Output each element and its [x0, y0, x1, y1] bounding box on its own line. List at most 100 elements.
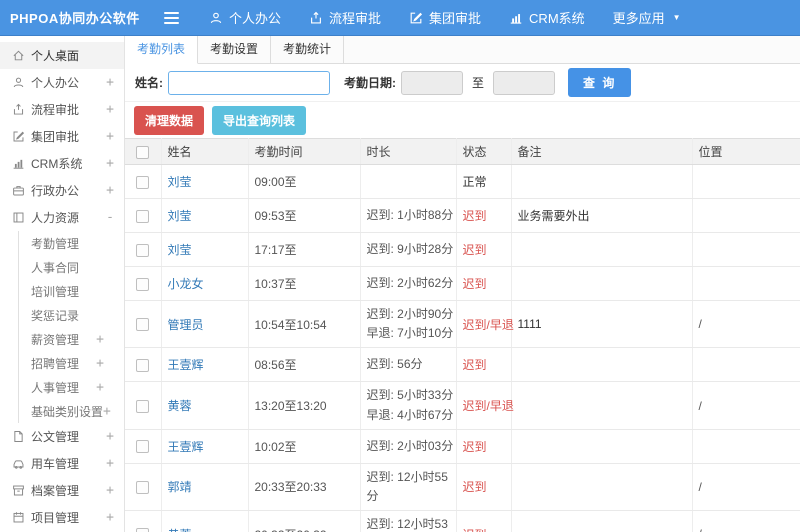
note-cell [511, 164, 693, 199]
duration-cell: 迟到: 12小时55分 [360, 463, 457, 512]
name-label: 姓名: [135, 76, 163, 90]
hr-submenu-item[interactable]: 培训管理 [19, 279, 124, 303]
attendance-time-cell: 17:17至 [248, 232, 361, 267]
employee-name-link[interactable]: 黄蓉 [168, 399, 192, 413]
export-list-button[interactable]: 导出查询列表 [212, 105, 307, 135]
row-checkbox-cell [125, 381, 162, 430]
sidebar-item-project-mgmt[interactable]: 项目管理 + [0, 504, 124, 531]
file-icon [12, 430, 31, 443]
employee-name-link[interactable]: 黄蓉 [168, 528, 192, 532]
table-row: 黄蓉 20:32至20:32 迟到: 12小时53分 迟到 / [125, 510, 800, 532]
table-row: 管理员 10:54至10:54 迟到: 2小时90分 早退: 7小时10分 迟到… [125, 300, 800, 349]
employee-name-cell: 王壹辉 [161, 347, 249, 383]
table-row: 刘莹 09:00至 正常 [125, 164, 800, 199]
attendance-time-cell: 10:37至 [248, 266, 361, 301]
location-cell [692, 266, 800, 301]
hamburger-menu-icon[interactable] [164, 11, 179, 24]
sidebar-item-desktop[interactable]: 个人桌面 [0, 42, 124, 69]
topbar: PHPOA协同办公软件 个人办公 流程审批 集团审批 CRM系统 更多应用 ▼ [0, 0, 800, 36]
hr-submenu-item[interactable]: 薪资管理 + [19, 327, 124, 351]
date-from-input[interactable] [401, 70, 463, 95]
select-all-checkbox[interactable] [136, 145, 149, 159]
row-checkbox[interactable] [136, 481, 149, 495]
sidebar-item-group-approval[interactable]: 集团审批 + [0, 123, 124, 150]
table-row: 王壹辉 08:56至 迟到: 56分 迟到 [125, 347, 800, 383]
tab-attendance-stats[interactable]: 考勤统计 [271, 36, 345, 63]
row-checkbox[interactable] [136, 277, 149, 291]
row-checkbox[interactable] [136, 359, 149, 373]
nav-flow-approval[interactable]: 流程审批 [295, 0, 395, 36]
employee-name-link[interactable]: 王壹辉 [168, 440, 204, 454]
to-label: 至 [472, 76, 485, 90]
row-checkbox-cell [125, 463, 162, 512]
main-area: 个人桌面 个人办公 + 流程审批 + 集团审批 + CRM系统 + 行政办公 +… [0, 36, 800, 532]
row-checkbox-cell [125, 510, 162, 532]
sidebar-item-personal-office[interactable]: 个人办公 + [0, 69, 124, 96]
duration-cell: 迟到: 2小时03分 [360, 429, 457, 464]
car-icon [12, 457, 31, 470]
status-cell: 正常 [456, 164, 512, 199]
employee-name-cell: 刘莹 [161, 232, 249, 267]
tab-attendance-list[interactable]: 考勤列表 [125, 36, 199, 64]
hr-submenu-item[interactable]: 基础类别设置 + [19, 399, 124, 423]
employee-name-link[interactable]: 管理员 [168, 318, 204, 332]
row-checkbox[interactable] [136, 440, 149, 454]
date-to-input[interactable] [493, 70, 556, 95]
row-checkbox[interactable] [136, 209, 149, 223]
query-button[interactable]: 查 询 [568, 68, 632, 97]
duration-cell: 迟到: 1小时88分 [360, 198, 457, 233]
employee-name-link[interactable]: 王壹辉 [168, 358, 204, 372]
location-cell: / [692, 381, 800, 430]
sidebar-item-human-resources[interactable]: 人力资源 - [0, 204, 124, 231]
nav-group-approval[interactable]: 集团审批 [395, 0, 495, 36]
bar-chart-icon [510, 13, 522, 24]
header-time: 考勤时间 [248, 138, 361, 165]
nav-more-apps[interactable]: 更多应用 ▼ [599, 0, 695, 36]
row-checkbox-cell [125, 232, 162, 267]
hr-submenu-item[interactable]: 奖惩记录 [19, 303, 124, 327]
employee-name-link[interactable]: 刘莹 [168, 243, 192, 257]
nav-crm-system[interactable]: CRM系统 [495, 0, 599, 36]
date-label: 考勤日期: [344, 76, 396, 90]
row-checkbox[interactable] [136, 528, 149, 532]
row-checkbox[interactable] [136, 318, 149, 332]
employee-name-link[interactable]: 刘莹 [168, 209, 192, 223]
top-navigation: 个人办公 流程审批 集团审批 CRM系统 更多应用 ▼ [195, 0, 695, 36]
employee-name-link[interactable]: 郭靖 [168, 480, 192, 494]
header-duration: 时长 [360, 138, 457, 165]
content-panel: 考勤列表 考勤设置 考勤统计 姓名: 考勤日期: 至 查 询 清理数据 导出查询… [125, 36, 800, 532]
sidebar-item-flow-approval[interactable]: 流程审批 + [0, 96, 124, 123]
employee-name-cell: 黄蓉 [161, 510, 249, 532]
employee-name-link[interactable]: 小龙女 [168, 277, 204, 291]
employee-name-cell: 小龙女 [161, 266, 249, 301]
flow-icon [311, 11, 321, 23]
hr-submenu-item[interactable]: 人事管理 + [19, 375, 124, 399]
attendance-time-cell: 09:00至 [248, 164, 361, 199]
briefcase-icon [12, 184, 31, 197]
sidebar-item-admin-office[interactable]: 行政办公 + [0, 177, 124, 204]
attendance-table: 姓名 考勤时间 时长 状态 备注 位置 刘莹 09:00至 正常 刘莹 09:5… [125, 138, 800, 532]
edit-square-icon [410, 12, 423, 23]
hr-submenu-item[interactable]: 考勤管理 [19, 231, 124, 255]
hr-submenu-item[interactable]: 招聘管理 + [19, 351, 124, 375]
row-checkbox[interactable] [136, 399, 149, 413]
row-checkbox-cell [125, 266, 162, 301]
hr-submenu-item[interactable]: 人事合同 [19, 255, 124, 279]
duration-cell: 迟到: 56分 [360, 347, 457, 383]
nav-personal-office[interactable]: 个人办公 [195, 0, 295, 36]
location-cell [692, 198, 800, 233]
home-icon [12, 49, 31, 62]
name-input[interactable] [168, 70, 330, 95]
row-checkbox[interactable] [136, 243, 149, 257]
clean-data-button[interactable]: 清理数据 [134, 105, 205, 135]
status-badge: 迟到 [462, 209, 487, 223]
row-checkbox[interactable] [136, 175, 149, 189]
employee-name-link[interactable]: 刘莹 [168, 175, 192, 189]
sidebar-item-archive-mgmt[interactable]: 档案管理 + [0, 477, 124, 504]
sidebar-item-vehicle-mgmt[interactable]: 用车管理 + [0, 450, 124, 477]
tab-attendance-settings[interactable]: 考勤设置 [198, 36, 272, 63]
status-badge: 正常 [462, 175, 487, 189]
sidebar-item-document-mgmt[interactable]: 公文管理 + [0, 423, 124, 450]
location-cell: / [692, 300, 800, 349]
sidebar-item-crm[interactable]: CRM系统 + [0, 150, 124, 177]
